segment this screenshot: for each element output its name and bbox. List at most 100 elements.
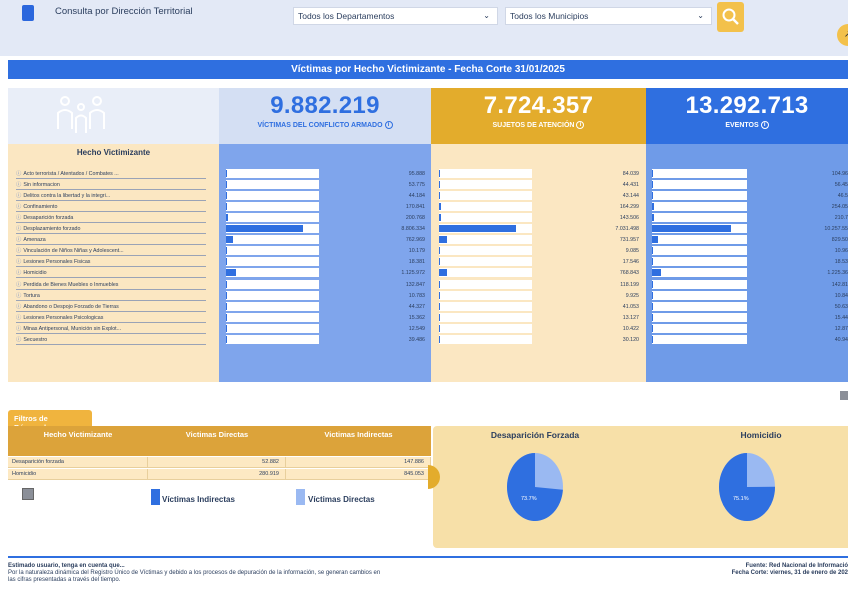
bar-value: 10.783	[408, 292, 425, 299]
hecho-row-label[interactable]: ⓘ Delitos contra la libertad y la integri…	[16, 191, 206, 202]
filtros-cell-name: Desaparición forzada	[8, 457, 148, 468]
info-icon[interactable]: ⓘ	[16, 182, 21, 188]
hecho-row-name: Homicidio	[23, 270, 47, 277]
footer-cut-line: Fecha Corte: viernes, 31 de enero de 202	[731, 570, 848, 576]
bar-value: 210.7	[834, 215, 848, 222]
hecho-row-label[interactable]: ⓘ Sin informacion	[16, 180, 206, 191]
filtros-col-hecho: Hecho Victimizante	[8, 426, 148, 456]
bar-value: 56.45	[834, 182, 848, 189]
family-icon	[57, 96, 105, 133]
info-icon[interactable]: ⓘ	[16, 259, 21, 265]
hecho-row-label[interactable]: ⓘ Amenaza	[16, 235, 206, 246]
legend-directas: Víctimas Directas	[308, 495, 375, 504]
hecho-row-label[interactable]: ⓘ Confinamiento	[16, 202, 206, 213]
footer-source: Fuente: Red Nacional de Informació Fecha…	[700, 563, 848, 577]
bar-value: 13.127	[622, 314, 639, 321]
hecho-row-label[interactable]: ⓘ Lesiones Personales Fisicas	[16, 257, 206, 268]
hecho-row-name: Perdida de Bienes Muebles o Inmuebles	[23, 281, 119, 288]
hecho-row-name: Vinculación de Niños Niñas y Adolescent.…	[23, 248, 124, 255]
bar-value: 15.44	[834, 314, 848, 321]
info-icon[interactable]: ⓘ	[16, 326, 21, 332]
bar-value: 9.925	[625, 292, 639, 299]
hecho-row-label[interactable]: ⓘ Minas Antipersonal, Munición sin Explot…	[16, 324, 206, 334]
hecho-row-label[interactable]: ⓘ Tortura	[16, 291, 206, 301]
hecho-row-name: Confinamiento	[23, 204, 58, 211]
hecho-row-label[interactable]: ⓘ Abandono o Despojo Forzado de Tierras	[16, 302, 206, 312]
departamentos-select[interactable]: Todos los Departamentos ⌄	[293, 7, 498, 25]
kpi-victimas-value: 9.882.219	[270, 92, 380, 119]
bar-value: 95.888	[408, 171, 425, 177]
municipios-select[interactable]: Todos los Municipios ⌄	[505, 7, 712, 25]
bar-value: 44.327	[408, 303, 425, 310]
filtros-cell-name: Homicidio	[8, 469, 148, 480]
search-icon	[722, 8, 739, 25]
hecho-row-label[interactable]: ⓘ Vinculación de Niños Niñas y Adolescent…	[16, 246, 206, 257]
info-icon[interactable]: ⓘ	[16, 293, 21, 299]
info-icon[interactable]: ⓘ	[16, 304, 21, 310]
info-icon[interactable]: ⓘ	[16, 270, 21, 276]
bar-value: 10.422	[622, 325, 639, 332]
bar-value: 41.053	[622, 303, 639, 310]
pie-label: 73.7%	[521, 496, 537, 502]
footer-divider	[8, 556, 848, 558]
bar-value: 1.225.36	[827, 270, 848, 277]
info-icon[interactable]: ⓘ	[16, 315, 21, 321]
filtros-col-indirectas: Victimas Indirectas	[286, 426, 431, 456]
info-icon[interactable]: ⓘ	[16, 248, 21, 254]
bar-value: 39.486	[408, 336, 425, 343]
bar-value: 10.257.55	[824, 226, 848, 233]
bar-value: 132.847	[405, 281, 425, 288]
info-icon[interactable]: ⓘ	[16, 171, 21, 177]
hecho-row-name: Secuestro	[23, 336, 48, 343]
hecho-row-label[interactable]: ⓘ Lesiones Personales Psicologicas	[16, 313, 206, 323]
export-icon[interactable]	[22, 488, 34, 500]
info-icon[interactable]: ⓘ	[16, 215, 21, 221]
bar-value: 84.039	[622, 171, 639, 177]
kpi-eventos-label: EVENTOS	[725, 121, 759, 129]
bar-value: 10.96	[834, 248, 848, 255]
info-icon[interactable]: ⓘ	[16, 204, 21, 210]
bar-value: 12.87	[834, 325, 848, 332]
chevron-down-icon: ⌄	[483, 11, 490, 20]
hecho-row-name: Lesiones Personales Psicologicas	[23, 314, 104, 321]
municipios-value: Todos los Municipios	[510, 11, 589, 21]
bar-value: 200.768	[405, 215, 425, 222]
footer-line2: Por la naturaleza dinámica del Registro …	[8, 570, 381, 576]
legend-indirectas: Víctimas Indirectas	[162, 495, 235, 504]
bar-value: 142.81	[831, 281, 848, 288]
info-icon[interactable]: i	[576, 121, 585, 129]
bar-value: 1.125.972	[401, 270, 425, 277]
filtros-cell-indirectas: 845.053	[286, 469, 431, 480]
info-icon[interactable]: i	[384, 121, 393, 129]
info-icon[interactable]: i	[760, 121, 769, 129]
bar-value: 7.031.498	[615, 226, 639, 233]
bar-value: 731.957	[619, 237, 639, 244]
info-icon[interactable]: ⓘ	[16, 282, 21, 288]
info-icon[interactable]: ⓘ	[16, 337, 21, 343]
info-icon[interactable]: ⓘ	[16, 237, 21, 243]
page-title: Consulta por Dirección Territorial	[55, 6, 193, 17]
info-icon[interactable]: ⓘ	[16, 193, 21, 199]
hecho-row-label[interactable]: ⓘ Perdida de Bienes Muebles o Inmuebles	[16, 280, 206, 290]
bar-value: 18.381	[408, 259, 425, 266]
bar-value: 9.085	[625, 248, 639, 255]
hecho-row-label[interactable]: ⓘ Desplazamiento forzado	[16, 224, 206, 235]
footer-line1: Estimado usuario, tenga en cuenta que...	[8, 563, 125, 569]
footer-line3: las cifras presentadas a través del tiem…	[8, 577, 121, 583]
bar-value: 164.299	[619, 204, 639, 211]
hecho-row-label[interactable]: ⓘ Homicidio	[16, 268, 206, 279]
export-icon[interactable]	[840, 391, 848, 400]
bar-value: 254.05	[831, 204, 848, 211]
banner-title: Víctimas por Hecho Victimizante - Fecha …	[8, 60, 848, 79]
hecho-row-label[interactable]: ⓘ Secuestro	[16, 335, 206, 345]
search-button[interactable]	[717, 2, 744, 32]
hecho-row-label[interactable]: ⓘ Acto terrorista / Atentados / Combates …	[16, 169, 206, 179]
filtros-tab[interactable]: Filtros de Búsqueda	[8, 410, 92, 432]
hecho-header: Hecho Victimizante	[76, 148, 151, 157]
filtros-cell-directas: 52.882	[148, 457, 286, 468]
bar-value: 768.843	[619, 270, 639, 277]
hecho-row-label[interactable]: ⓘ Desaparición forzada	[16, 213, 206, 224]
info-icon[interactable]: ⓘ	[16, 226, 21, 232]
footer-source-line: Fuente: Red Nacional de Informació	[745, 563, 848, 569]
filtros-cell-directas: 280.919	[148, 469, 286, 480]
